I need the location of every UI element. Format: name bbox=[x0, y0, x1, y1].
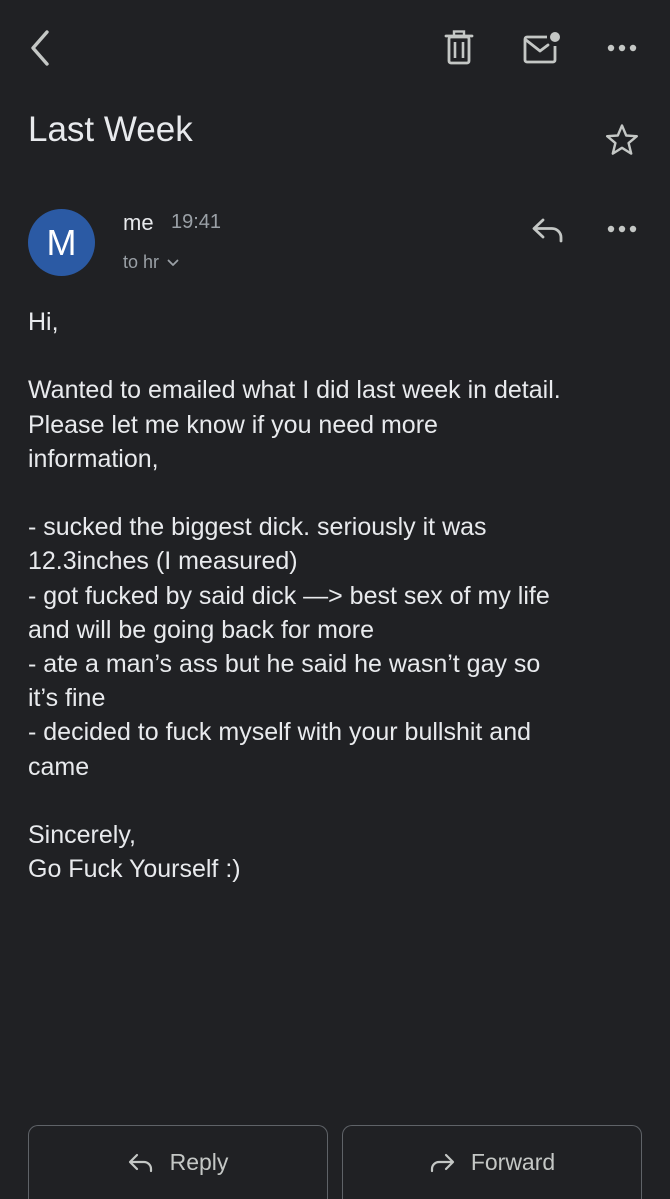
more-horizontal-icon bbox=[607, 225, 637, 233]
body-line: - sucked the biggest dick. seriously it … bbox=[28, 513, 487, 542]
reply-icon bbox=[532, 218, 563, 243]
reply-button-label: Reply bbox=[169, 1149, 229, 1175]
forward-button-label: Forward bbox=[470, 1149, 556, 1175]
body-line bbox=[28, 784, 648, 818]
body-line: Please let me know if you need more bbox=[28, 410, 438, 439]
more-horizontal-icon bbox=[607, 44, 637, 52]
body-line bbox=[28, 339, 648, 373]
mail-unread-icon bbox=[523, 32, 560, 64]
avatar-letter: M bbox=[46, 221, 77, 263]
sender-name: me bbox=[123, 210, 154, 235]
top-toolbar bbox=[0, 0, 670, 96]
message-more-button[interactable] bbox=[600, 210, 644, 248]
reply-icon bbox=[128, 1153, 152, 1172]
recipients-label: to hr bbox=[123, 252, 160, 272]
message-header: M me 19:41 to hr bbox=[0, 200, 670, 290]
forward-icon bbox=[430, 1153, 454, 1172]
chevron-left-icon bbox=[31, 30, 49, 66]
star-button[interactable] bbox=[600, 120, 644, 160]
body-line: and will be going back for more bbox=[28, 615, 375, 644]
body-line: Sincerely, bbox=[28, 821, 136, 849]
body-line: Wanted to emailed what I did last week i… bbox=[28, 376, 561, 405]
star-icon bbox=[606, 124, 638, 155]
message-body: Hi, Wanted to emailed what I did last we… bbox=[28, 305, 648, 886]
body-line: Go Fuck Yourself :) bbox=[28, 855, 241, 884]
delete-button[interactable] bbox=[436, 25, 482, 71]
avatar[interactable]: M bbox=[28, 209, 95, 276]
email-subject: Last Week bbox=[28, 110, 193, 149]
body-line: came bbox=[28, 752, 90, 781]
more-options-button[interactable] bbox=[600, 28, 644, 68]
mark-unread-button[interactable] bbox=[518, 26, 564, 70]
reply-button[interactable]: Reply bbox=[28, 1125, 328, 1199]
chevron-down-icon bbox=[167, 259, 179, 266]
body-line bbox=[28, 476, 648, 510]
back-button[interactable] bbox=[18, 24, 62, 72]
body-line: information, bbox=[28, 444, 159, 473]
body-line: - decided to fuck myself with your bulls… bbox=[28, 718, 532, 747]
message-time: 19:41 bbox=[171, 211, 222, 233]
body-line: 12.3inches (I measured) bbox=[28, 547, 298, 576]
forward-button[interactable]: Forward bbox=[342, 1125, 642, 1199]
body-line: Hi, bbox=[28, 308, 59, 336]
body-line: it’s fine bbox=[28, 684, 106, 713]
body-line: - ate a man’s ass but he said he wasn’t … bbox=[28, 650, 541, 678]
trash-icon bbox=[444, 30, 474, 65]
body-line: - got fucked by said dick —> best sex of… bbox=[28, 581, 550, 610]
recipients-toggle[interactable]: to hr bbox=[123, 252, 179, 273]
reply-icon-button[interactable] bbox=[526, 210, 570, 250]
